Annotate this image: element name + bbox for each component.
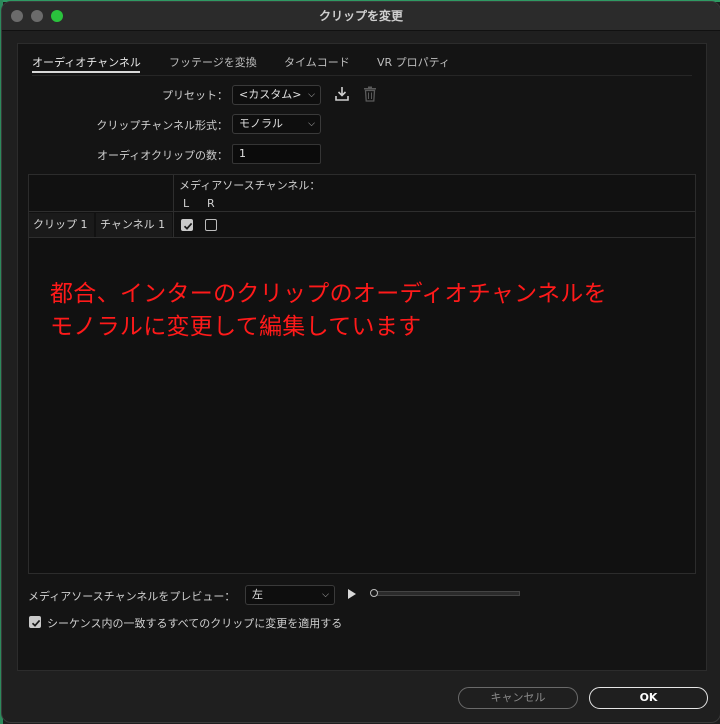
channel-format-label: クリップチャンネル形式：: [96, 119, 228, 132]
channel-format-value: モノラル: [239, 117, 283, 130]
cancel-button[interactable]: キャンセル: [458, 687, 578, 709]
preview-label: メディアソースチャンネルをプレビュー：: [28, 590, 236, 603]
dialog-panel: オーディオチャンネル フッテージを変換 タイムコード VR プロパティ プリセッ…: [17, 43, 707, 671]
title-bar[interactable]: クリップを変更: [2, 2, 720, 31]
window-title: クリップを変更: [318, 9, 403, 23]
r-channel-checkbox[interactable]: [205, 219, 217, 231]
delete-preset-icon[interactable]: [363, 86, 377, 105]
l-channel-checkbox[interactable]: [181, 219, 193, 231]
checkmark-icon: [183, 222, 193, 230]
audio-clip-count-label: オーディオクリップの数：: [96, 149, 228, 162]
tab-interpret-footage[interactable]: フッテージを変換: [169, 54, 257, 70]
channel-cell: チャンネル 1: [96, 213, 172, 237]
active-tab-indicator: [32, 71, 140, 73]
apply-all-label[interactable]: シーケンス内の一致するすべてのクリップに変更を適用する: [47, 615, 342, 631]
preview-channel-select[interactable]: 左 ⌵: [245, 585, 335, 605]
audio-clip-count-input[interactable]: 1: [232, 144, 321, 164]
chevron-down-icon: ⌵: [322, 590, 329, 600]
chevron-down-icon: ⌵: [308, 119, 315, 129]
column-header-l: L: [183, 197, 190, 210]
column-divider: [173, 175, 174, 237]
tab-timecode[interactable]: タイムコード: [284, 54, 350, 70]
preset-value: <カスタム>: [239, 88, 302, 101]
tab-vr-properties[interactable]: VR プロパティ: [377, 54, 450, 70]
ok-button[interactable]: OK: [589, 687, 708, 709]
channel-format-select[interactable]: モノラル ⌵: [232, 114, 321, 134]
apply-all-checkbox[interactable]: [29, 616, 41, 628]
clip-cell: クリップ 1: [29, 213, 94, 237]
media-source-channel-header: メディアソースチャンネル：: [179, 179, 321, 192]
tab-divider: [32, 75, 692, 76]
preview-progress-handle[interactable]: [370, 589, 378, 597]
save-preset-icon[interactable]: [334, 86, 350, 105]
table-header-divider: [29, 211, 695, 212]
table-row-divider: [29, 237, 695, 238]
modify-clip-dialog: クリップを変更 オーディオチャンネル フッテージを変換 タイムコード VR プロ…: [1, 1, 720, 723]
preview-progress-track[interactable]: [372, 591, 520, 596]
annotation-line-1: 都合、インターのクリップのオーディオチャンネルを: [50, 281, 607, 307]
chevron-down-icon: ⌵: [308, 90, 315, 100]
preset-label: プリセット：: [162, 89, 228, 102]
annotation-text: 都合、インターのクリップのオーディオチャンネルを モノラルに変更して編集していま…: [50, 278, 670, 344]
column-header-r: R: [207, 197, 215, 210]
play-icon[interactable]: [347, 588, 357, 603]
annotation-line-2: モノラルに変更して編集しています: [50, 314, 422, 340]
preview-channel-value: 左: [252, 588, 263, 601]
channel-mapping-table: メディアソースチャンネル： L R クリップ 1 チャンネル 1: [28, 174, 696, 574]
preset-select[interactable]: <カスタム> ⌵: [232, 85, 321, 105]
checkmark-icon: [31, 619, 41, 627]
tab-audio-channels[interactable]: オーディオチャンネル: [32, 54, 141, 70]
